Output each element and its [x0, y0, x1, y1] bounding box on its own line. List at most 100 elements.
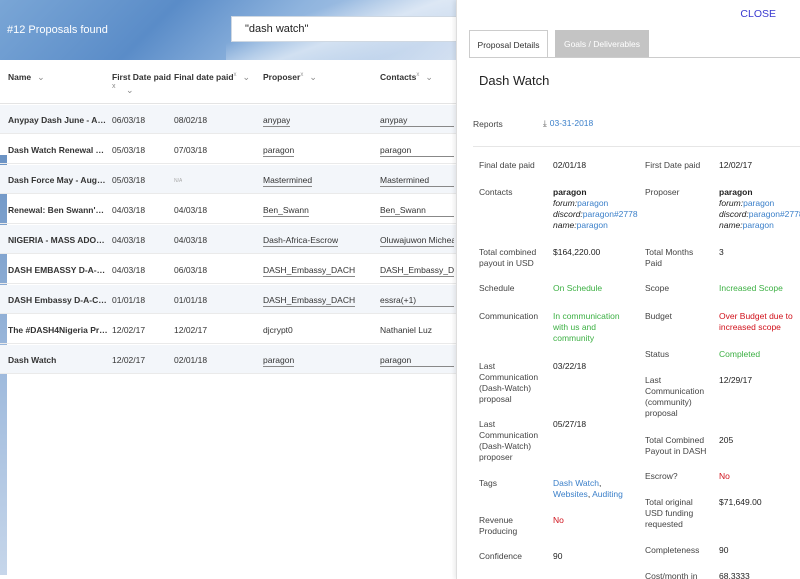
- cell-final-date: 12/02/17: [174, 325, 208, 335]
- table-row[interactable]: DASH Embassy D-A-CH Phase 01/01/18 01/01…: [0, 285, 456, 314]
- communication-label: Communication: [479, 311, 539, 321]
- table-row[interactable]: Renewal: Ben Swann's Reality Check 04/03…: [0, 195, 456, 224]
- cell-proposer[interactable]: anypay: [263, 115, 291, 127]
- cell-first-date: 04/03/18: [112, 265, 146, 275]
- cell-name: Dash Watch: [8, 355, 57, 365]
- cell-proposer[interactable]: Mastermined: [263, 175, 313, 187]
- cell-name: DASH Embassy D-A-CH Phase: [8, 295, 108, 305]
- cell-final-date: 04/03/18: [174, 205, 208, 215]
- cell-name: Dash Force May - August: [8, 175, 108, 185]
- communication-value: In communication with us and community: [553, 311, 620, 343]
- cell-final-date: 07/03/18: [174, 145, 208, 155]
- escrow-label: Escrow?: [645, 471, 678, 481]
- confidence-label: Confidence: [479, 551, 523, 561]
- cell-contacts[interactable]: Ben_Swann: [380, 205, 454, 217]
- cost-month-label: Cost/month in: [645, 571, 698, 579]
- search-input[interactable]: "dash watch": [231, 16, 456, 42]
- cell-proposer[interactable]: DASH_Embassy_DACH: [263, 295, 356, 307]
- table-row[interactable]: Dash Watch Renewal May 05/03/18 07/03/18…: [0, 135, 456, 164]
- tab-goals-deliverables[interactable]: Goals / Deliverables: [555, 30, 649, 58]
- cell-final-date: 02/01/18: [174, 355, 208, 365]
- name-link[interactable]: paragon: [577, 220, 608, 230]
- column-header-first-date-paid[interactable]: First Date paid x ⌄: [112, 72, 171, 95]
- divider: [473, 146, 800, 147]
- cell-name: DASH EMBASSY D-A-CH: [8, 265, 108, 275]
- tag-link[interactable]: Auditing: [592, 489, 623, 499]
- completeness-label: Completeness: [645, 545, 700, 555]
- revenue-producing-value: No: [553, 515, 564, 525]
- discord-link[interactable]: paragon#2778: [749, 209, 800, 219]
- close-button[interactable]: CLOSE: [740, 8, 776, 20]
- revenue-producing-label: Revenue Producing: [479, 515, 518, 536]
- tag-link[interactable]: Dash Watch: [553, 478, 599, 488]
- contacts-label: Contacts: [479, 187, 513, 197]
- chevron-down-icon: ⌄: [37, 72, 45, 82]
- cell-proposer[interactable]: Ben_Swann: [263, 205, 309, 217]
- confidence-value: 90: [553, 551, 563, 561]
- forum-link[interactable]: paragon: [743, 198, 774, 208]
- cell-proposer[interactable]: Dash-Africa-Escrow: [263, 235, 339, 247]
- report-download-link[interactable]: ⤓ 03-31-2018: [543, 118, 593, 129]
- table-row[interactable]: DASH EMBASSY D-A-CH 04/03/18 06/03/18 DA…: [0, 255, 456, 284]
- cell-first-date: 04/03/18: [112, 235, 146, 245]
- completeness-value: 90: [719, 545, 729, 555]
- cell-contacts[interactable]: DASH_Embassy_DACH: [380, 265, 454, 277]
- column-header-proposer[interactable]: Proposerx ⌄: [263, 72, 317, 83]
- cell-contacts[interactable]: Mastermined: [380, 175, 454, 187]
- cell-proposer[interactable]: DASH_Embassy_DACH: [263, 265, 356, 277]
- last-comm-community-label: Last Communication (community) proposal: [645, 375, 705, 418]
- cell-first-date: 01/01/18: [112, 295, 146, 305]
- column-header-name[interactable]: Name ⌄: [8, 72, 45, 83]
- tag-link[interactable]: Websites: [553, 489, 588, 499]
- cell-proposer[interactable]: djcrypt0: [263, 325, 293, 335]
- discord-link[interactable]: paragon#2778: [583, 209, 638, 219]
- total-months-label: Total Months Paid: [645, 247, 694, 268]
- final-date-paid-label: Final date paid: [479, 160, 535, 170]
- last-comm-community-value: 12/29/17: [719, 375, 753, 385]
- cell-proposer[interactable]: paragon: [263, 355, 295, 367]
- cell-contacts[interactable]: Oluwajuwon Micheal: [380, 235, 454, 247]
- tags-value: Dash Watch, Websites, Auditing: [553, 478, 623, 499]
- cell-name: NIGERIA - MASS ADOPTION: [8, 235, 108, 245]
- cell-final-date: 08/02/18: [174, 115, 208, 125]
- status-label: Status: [645, 349, 670, 359]
- name-link[interactable]: paragon: [743, 220, 774, 230]
- cell-contacts[interactable]: anypay: [380, 115, 454, 127]
- chevron-down-icon: ⌄: [242, 72, 251, 82]
- table-row[interactable]: NIGERIA - MASS ADOPTION 04/03/18 04/03/1…: [0, 225, 456, 254]
- schedule-label: Schedule: [479, 283, 515, 293]
- total-dash-value: 205: [719, 435, 734, 445]
- cell-contacts[interactable]: paragon: [380, 145, 454, 157]
- proposals-count: #12 Proposals found: [7, 24, 108, 36]
- cell-contacts[interactable]: paragon: [380, 355, 454, 367]
- last-comm-dw-proposal-label: Last Communication (Dash-Watch) proposal: [479, 361, 539, 404]
- table-row[interactable]: Dash Watch 12/02/17 02/01/18 paragon par…: [0, 345, 456, 374]
- escrow-value: No: [719, 471, 730, 481]
- cell-contacts[interactable]: Nathaniel Luz: [380, 325, 454, 335]
- cell-contacts[interactable]: essra(+1): [380, 295, 454, 307]
- cell-proposer[interactable]: paragon: [263, 145, 295, 157]
- last-comm-dw-proposer-label: Last Communication (Dash-Watch) proposer: [479, 419, 539, 462]
- column-header-contacts[interactable]: Contactsx ⌄: [380, 72, 433, 83]
- chevron-down-icon: ⌄: [425, 72, 433, 82]
- table-header: Name ⌄ First Date paid x ⌄ Final date paidx…: [0, 60, 456, 104]
- table-row[interactable]: Anypay Dash June - August 06/03/18 08/02…: [0, 105, 456, 134]
- proposal-title: Dash Watch: [479, 73, 550, 88]
- proposer-value: paragon forum:paragon discord:paragon#27…: [719, 187, 800, 231]
- cell-final-date: N/A: [174, 178, 183, 184]
- proposals-table: Name ⌄ First Date paid x ⌄ Final date paidx…: [0, 60, 456, 579]
- schedule-value: On Schedule: [553, 283, 603, 293]
- cell-name: Dash Watch Renewal May: [8, 145, 108, 155]
- table-row[interactable]: The #DASH4Nigeria Project 12/02/17 12/02…: [0, 315, 456, 344]
- original-usd-value: $71,649.00: [719, 497, 762, 507]
- cell-first-date: 12/02/17: [112, 355, 146, 365]
- cell-first-date: 12/02/17: [112, 325, 146, 335]
- results-header: #12 Proposals found "dash watch": [0, 0, 456, 60]
- table-row[interactable]: Dash Force May - August 05/03/18 N/A Mas…: [0, 165, 456, 194]
- column-header-final-date-paid[interactable]: Final date paidx ⌄: [174, 72, 250, 83]
- original-usd-label: Total original USD funding requested: [645, 497, 694, 529]
- tab-proposal-details[interactable]: Proposal Details: [469, 30, 548, 58]
- chevron-down-icon: ⌄: [309, 72, 317, 82]
- forum-link[interactable]: paragon: [577, 198, 608, 208]
- total-usd-value: $164,220.00: [553, 247, 601, 257]
